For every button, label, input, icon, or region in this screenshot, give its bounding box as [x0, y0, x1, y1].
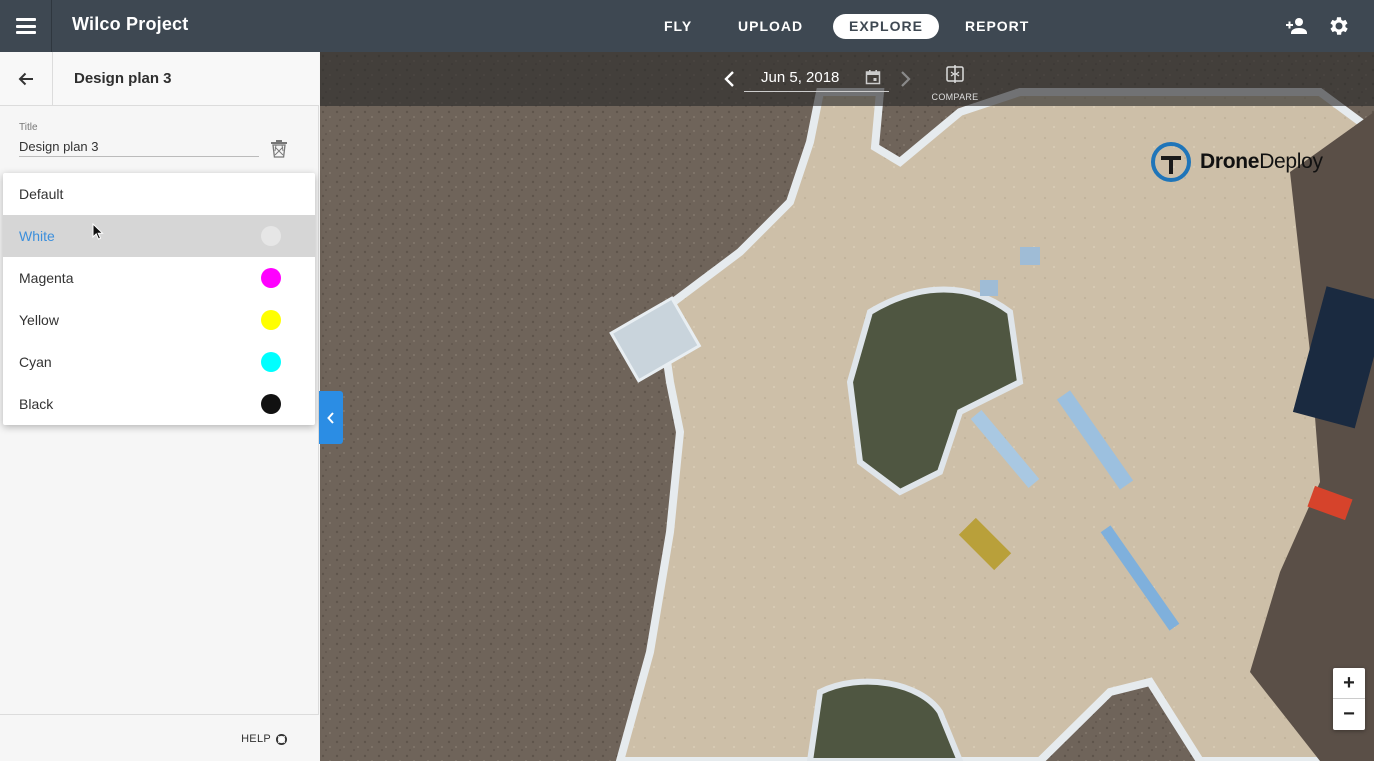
title-field-label: Title [19, 122, 38, 133]
back-button[interactable] [0, 52, 53, 106]
option-label: Cyan [19, 354, 52, 370]
add-person-icon[interactable] [1285, 14, 1309, 38]
back-arrow-icon [18, 72, 33, 86]
tab-report[interactable]: REPORT [949, 14, 1045, 39]
option-label: White [19, 228, 55, 244]
zoom-in-button[interactable]: + [1333, 668, 1365, 699]
option-label: Magenta [19, 270, 74, 286]
tab-explore[interactable]: EXPLORE [833, 14, 939, 39]
color-option-white[interactable]: White [3, 215, 315, 257]
brand-bold: Drone [1200, 150, 1260, 173]
chevron-right-icon[interactable] [895, 68, 915, 90]
panel-header: Design plan 3 [0, 52, 319, 106]
tab-fly[interactable]: FLY [648, 14, 708, 39]
color-option-default[interactable]: Default [3, 173, 315, 215]
chevron-left-icon [327, 411, 334, 424]
brand-name: DroneDeploy [1200, 150, 1323, 174]
color-option-black[interactable]: Black [3, 383, 315, 425]
color-dropdown: Default White Magenta Yellow Cyan Black [3, 173, 315, 425]
option-label: Default [19, 186, 64, 202]
menu-icon [15, 18, 36, 34]
calendar-icon[interactable] [865, 69, 881, 85]
color-option-cyan[interactable]: Cyan [3, 341, 315, 383]
tab-upload[interactable]: UPLOAD [722, 14, 819, 39]
color-option-magenta[interactable]: Magenta [3, 257, 315, 299]
yellow-swatch [261, 310, 281, 330]
mouse-cursor-icon [92, 223, 104, 240]
dronedeploy-logo-icon [1151, 142, 1191, 182]
compare-label: COMPARE [931, 92, 979, 102]
trash-icon[interactable] [269, 139, 289, 159]
title-input[interactable] [19, 137, 259, 157]
option-label: Black [19, 396, 54, 412]
black-swatch [261, 394, 281, 414]
magenta-swatch [261, 268, 281, 288]
top-bar: Wilco Project FLY UPLOAD EXPLORE REPORT [0, 0, 1374, 52]
brand-light: Deploy [1259, 150, 1323, 173]
dronedeploy-logo: DroneDeploy [1150, 140, 1323, 184]
project-title: Wilco Project [72, 14, 189, 34]
compare-icon [946, 65, 964, 83]
panel-title: Design plan 3 [74, 70, 172, 87]
color-option-yellow[interactable]: Yellow [3, 299, 315, 341]
zoom-control: + − [1333, 668, 1365, 730]
date-bar: Jun 5, 2018 COMPARE [320, 52, 1374, 106]
cyan-swatch [261, 352, 281, 372]
menu-button[interactable] [0, 0, 52, 52]
help-button[interactable]: HELP [241, 733, 287, 745]
gear-icon[interactable] [1327, 14, 1351, 38]
help-label: HELP [241, 733, 271, 745]
collapse-panel-button[interactable] [319, 391, 343, 444]
lifebuoy-icon [276, 733, 287, 745]
map-view[interactable]: Jun 5, 2018 COMPARE DroneDeploy + − [320, 52, 1374, 761]
zoom-out-button[interactable]: − [1333, 699, 1365, 730]
help-bar: HELP [0, 714, 319, 761]
white-swatch [261, 226, 281, 246]
compare-button[interactable]: COMPARE [925, 64, 985, 102]
chevron-left-icon[interactable] [720, 68, 740, 90]
side-panel: Design plan 3 Title Default White Magent… [0, 52, 319, 761]
option-label: Yellow [19, 312, 59, 328]
